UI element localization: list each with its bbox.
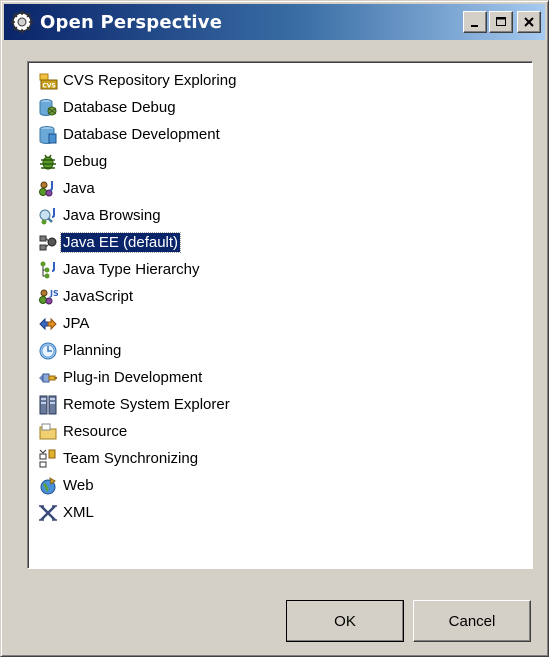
list-item-label: Java Type Hierarchy (63, 261, 200, 278)
list-item-label: Plug-in Development (63, 369, 203, 386)
list-item-label: XML (63, 504, 94, 521)
list-item-label: CVS Repository Exploring (63, 72, 237, 89)
title-bar[interactable]: Open Perspective (4, 4, 545, 40)
remote-system-icon (37, 394, 59, 416)
list-item-label: Remote System Explorer (63, 396, 230, 413)
plugin-icon (37, 367, 59, 389)
list-item-team-synchronizing[interactable]: Team Synchronizing (28, 445, 532, 472)
folder-icon (37, 421, 59, 443)
list-item-remote-system-explorer[interactable]: Remote System Explorer (28, 391, 532, 418)
list-item-cvs-repository-exploring[interactable]: CVS CVS Repository Exploring (28, 67, 532, 94)
list-item-label: Web (63, 477, 94, 494)
list-item-label: Java EE (default) (59, 232, 182, 253)
svg-text:JS: JS (49, 289, 58, 298)
type-hierarchy-icon (37, 259, 59, 281)
list-item-label: Debug (63, 153, 108, 170)
java-icon (37, 178, 59, 200)
list-item-plug-in-development[interactable]: Plug-in Development (28, 364, 532, 391)
debug-bug-icon (37, 151, 59, 173)
list-item-planning[interactable]: Planning (28, 337, 532, 364)
close-button[interactable] (517, 11, 541, 33)
list-item-label: Database Development (63, 126, 220, 143)
list-item-label: JavaScript (63, 288, 134, 305)
list-item-web[interactable]: Web (28, 472, 532, 499)
list-item-label: JPA (63, 315, 90, 332)
svg-text:CVS: CVS (42, 82, 55, 89)
list-item-java-ee[interactable]: Java EE (default) (28, 229, 532, 256)
team-sync-icon (37, 448, 59, 470)
planning-clock-icon (37, 340, 59, 362)
open-perspective-dialog: Open Perspective CVS CVS Repository Expl… (0, 0, 549, 657)
database-debug-icon (37, 97, 59, 119)
cvs-repository-icon: CVS (37, 70, 59, 92)
list-item-label: Planning (63, 342, 122, 359)
maximize-icon (496, 17, 506, 26)
list-item-java-type-hierarchy[interactable]: Java Type Hierarchy (28, 256, 532, 283)
list-item-xml[interactable]: XML (28, 499, 532, 526)
list-item-resource[interactable]: Resource (28, 418, 532, 445)
list-item-database-development[interactable]: Database Development (28, 121, 532, 148)
javascript-icon: JS (37, 286, 59, 308)
list-item-label: Database Debug (63, 99, 176, 116)
list-item-debug[interactable]: Debug (28, 148, 532, 175)
list-item-label: Java Browsing (63, 207, 161, 224)
list-item-java-browsing[interactable]: Java Browsing (28, 202, 532, 229)
list-item-java[interactable]: Java (28, 175, 532, 202)
list-item-label: Java (63, 180, 95, 197)
minimize-icon (471, 25, 478, 27)
maximize-button[interactable] (489, 11, 513, 33)
minimize-button[interactable] (463, 11, 487, 33)
list-item-label: Team Synchronizing (63, 450, 199, 467)
cancel-button[interactable]: Cancel (413, 600, 531, 642)
close-icon (524, 17, 534, 27)
list-item-label: Resource (63, 423, 128, 440)
perspective-list[interactable]: CVS CVS Repository Exploring Database De… (27, 61, 533, 569)
web-globe-icon (37, 475, 59, 497)
ok-button[interactable]: OK (286, 600, 404, 642)
java-browsing-icon (37, 205, 59, 227)
java-ee-icon (37, 232, 59, 254)
database-icon (37, 124, 59, 146)
jpa-icon (37, 313, 59, 335)
list-item-javascript[interactable]: JS JavaScript (28, 283, 532, 310)
xml-icon (37, 502, 59, 524)
list-item-database-debug[interactable]: Database Debug (28, 94, 532, 121)
perspective-icon (8, 8, 36, 36)
dialog-title: Open Perspective (40, 11, 223, 33)
list-item-jpa[interactable]: JPA (28, 310, 532, 337)
